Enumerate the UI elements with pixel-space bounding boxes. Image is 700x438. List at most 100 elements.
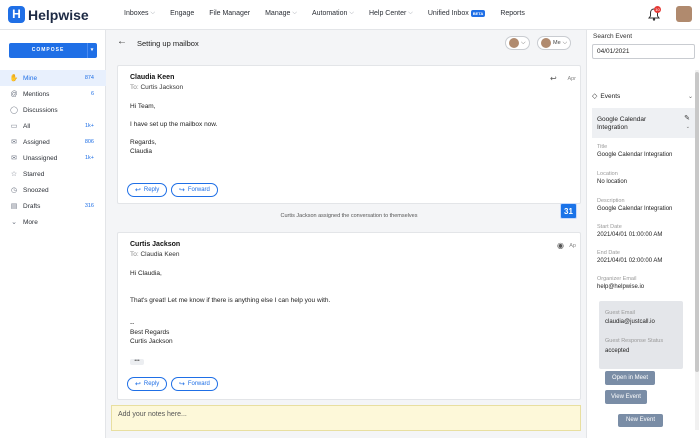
body-line: I have set up the mailbox now. [130, 121, 218, 128]
reply-button[interactable]: ↩ Reply [127, 183, 168, 197]
events-panel: Search Event ◇ Events ⌄ Google Calendar … [586, 30, 700, 438]
chevron-down-icon: ⌵ [521, 39, 526, 46]
reply-icon: ↩ [135, 381, 141, 388]
nav-item-automation[interactable]: Automation ⌵ [312, 10, 354, 17]
field-value: 2021/04/01 02:00:00 AM [597, 258, 663, 264]
message-card: Curtis Jackson To: Claudia Keen ◉ Ap Hi … [117, 232, 581, 400]
chevron-down-icon: ⌄ [687, 93, 693, 100]
forward-button[interactable]: ↪ Forward [171, 377, 218, 391]
sidebar-item-count: 6 [90, 91, 94, 97]
search-event-input[interactable] [592, 44, 695, 59]
guest-status-label: Guest Response Status [605, 338, 664, 344]
chevron-down-icon: ⌵ [408, 10, 413, 16]
sidebar-item-assigned[interactable]: ✉ Assigned 806 [0, 134, 106, 150]
nav-label: Unified Inbox [427, 10, 469, 17]
sidebar-item-mine[interactable]: ✋ Mine 874 [0, 70, 106, 86]
reply-icon: ↩ [135, 187, 141, 194]
nav-item-reports[interactable]: Reports [500, 10, 525, 17]
message-sender: Claudia Keen [130, 74, 175, 81]
new-event-button[interactable]: New Event [618, 414, 663, 427]
compose-button[interactable]: COMPOSE ▾ [9, 43, 97, 58]
sidebar-item-discussions[interactable]: ◯ Discussions [0, 102, 106, 118]
recipient-name: Claudia Keen [140, 251, 180, 258]
forward-button[interactable]: ↪ Forward [171, 183, 218, 197]
field-label: Title [597, 144, 608, 150]
nav-item-engage[interactable]: Engage [170, 10, 194, 17]
chevron-down-icon[interactable]: ⌄ [686, 124, 690, 130]
event-title: Google Calendar Integration [597, 116, 647, 131]
sidebar-item-count: 806 [84, 139, 94, 145]
sidebar-item-count: 1k+ [84, 155, 94, 161]
sidebar-item-snoozed[interactable]: ◷ Snoozed [0, 182, 106, 198]
field-label: Organizer Email [597, 276, 637, 282]
forward-label: Forward [187, 381, 210, 387]
reply-label: Reply [143, 381, 160, 387]
message-recipient: To: Curtis Jackson [130, 84, 183, 91]
field-label: End Date [597, 250, 620, 256]
google-calendar-icon[interactable]: 31 [560, 203, 577, 219]
events-section-header[interactable]: ◇ Events ⌄ [592, 90, 697, 102]
sidebar-item-all[interactable]: ▭ All 1k+ [0, 118, 106, 134]
sidebar-item-label: Drafts [23, 202, 41, 210]
field-value: 2021/04/01 01:00:00 AM [597, 232, 663, 238]
nav-label: Help Center [368, 10, 407, 17]
forward-label: Forward [187, 187, 210, 193]
guest-details: Guest Email claudia@justcall.io Guest Re… [599, 301, 683, 369]
view-event-button[interactable]: View Event [605, 390, 647, 404]
compose-dropdown-icon[interactable]: ▾ [87, 43, 97, 58]
chevron-down-icon: ⌵ [349, 10, 354, 16]
assignee-dropdown[interactable]: ⌵ [505, 36, 530, 50]
sidebar-item-label: Unassigned [23, 154, 58, 162]
notes-input[interactable]: Add your notes here... [111, 405, 581, 431]
me-dropdown[interactable]: Me ⌵ [537, 36, 572, 50]
eye-icon[interactable]: ◉ [557, 241, 564, 250]
body-line: Hi Claudia, [130, 270, 162, 277]
body-line: Curtis Jackson [130, 338, 173, 345]
reply-button[interactable]: ↩ Reply [127, 377, 168, 391]
notification-badge: 10 [654, 6, 661, 13]
field-label: Description [597, 198, 625, 204]
body-line: That's great! Let me know if there is an… [130, 297, 331, 304]
show-trimmed-button[interactable]: ••• [130, 359, 144, 365]
sidebar-item-more[interactable]: ⌄ More [0, 214, 106, 230]
back-arrow-icon[interactable]: ← [117, 36, 127, 47]
sidebar-item-starred[interactable]: ☆ Starred [0, 166, 106, 182]
event-title-bar[interactable]: Google Calendar Integration ✎ ⌄ [592, 108, 696, 138]
user-avatar[interactable] [676, 6, 692, 22]
nav-item-inboxes[interactable]: Inboxes ⌵ [124, 10, 155, 17]
body-line: Regards, [130, 139, 157, 146]
nav-item-file-manager[interactable]: File Manager [209, 10, 250, 17]
open-in-meet-button[interactable]: Open in Meet [605, 371, 655, 385]
message-body: Hi Claudia, That's great! Let me know if… [130, 269, 330, 346]
sidebar-item-drafts[interactable]: ▤ Drafts 316 [0, 198, 106, 214]
helpwise-logo[interactable]: H Helpwise [8, 6, 89, 23]
guest-email-label: Guest Email [605, 310, 635, 316]
reply-arrow-icon[interactable]: ↩ [550, 74, 557, 83]
field-value: Google Calendar Integration [597, 152, 673, 158]
body-line: Best Regards [130, 329, 170, 336]
conversation-title: Setting up mailbox [137, 39, 199, 48]
field-value: No location [597, 179, 628, 185]
sidebar-item-mentions[interactable]: @ Mentions 6 [0, 86, 106, 102]
chevron-down-icon: ⌄ [11, 219, 17, 226]
hand-icon: ✋ [9, 75, 19, 82]
mailbox-folders: ✋ Mine 874 @ Mentions 6 ◯ Discussions ▭ All 1k+… [0, 70, 106, 230]
beta-badge: BETA [470, 10, 486, 17]
avatar [509, 38, 519, 48]
nav-item-unified-inbox[interactable]: Unified Inbox BETA [427, 10, 486, 17]
pencil-icon[interactable]: ✎ [684, 114, 690, 122]
sidebar-item-label: Mine [23, 74, 38, 82]
sidebar-item-label: Assigned [23, 138, 50, 146]
nav-item-help-center[interactable]: Help Center ⌵ [369, 10, 413, 17]
forward-icon: ↪ [179, 381, 185, 388]
message-body: Hi Team, I have set up the mailbox now. … [130, 102, 217, 156]
logo-text: Helpwise [28, 6, 89, 23]
clock-icon: ◷ [10, 187, 18, 194]
sidebar-item-unassigned[interactable]: ✉ Unassigned 1k+ [0, 150, 106, 166]
scrollbar-thumb[interactable] [695, 72, 699, 372]
message-date: Apr [567, 76, 576, 82]
main-nav: Inboxes ⌵ Engage File Manager Manage ⌵ Aut… [124, 10, 540, 17]
nav-item-manage[interactable]: Manage ⌵ [265, 10, 297, 17]
assigned-icon: ✉ [11, 139, 17, 146]
